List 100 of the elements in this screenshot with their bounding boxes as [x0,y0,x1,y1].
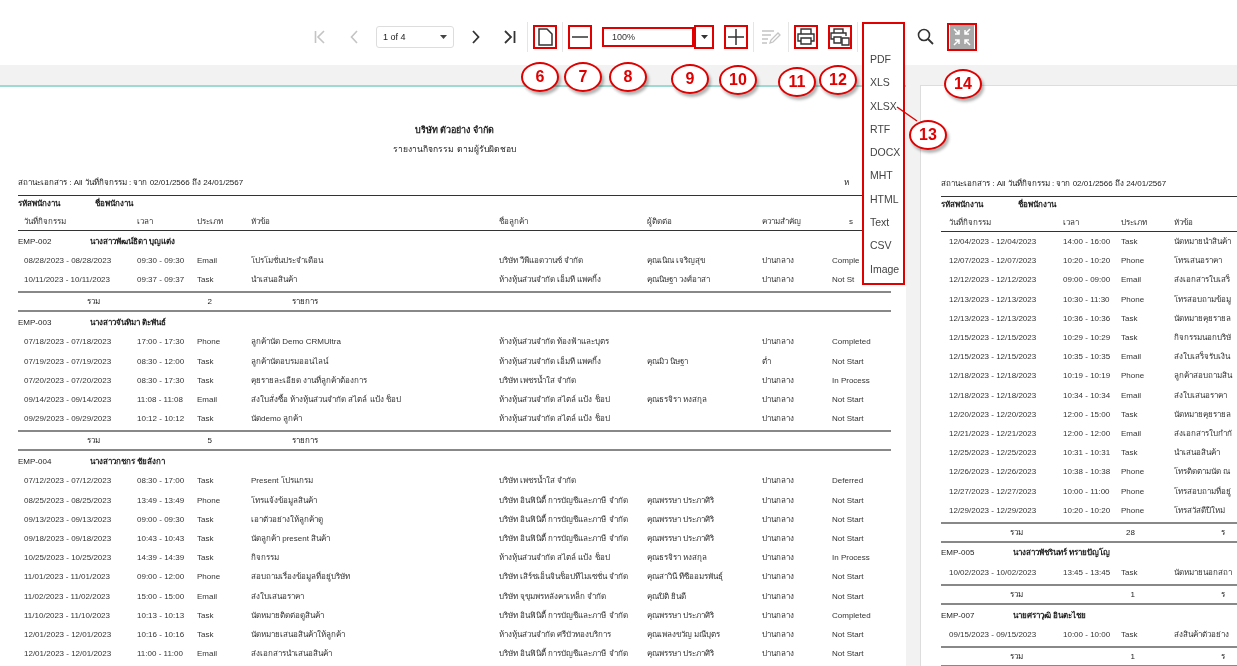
table-cell-text: ส่งใบเสนอราคา [1174,389,1227,402]
column-header: ชื่อลูกค้า [499,215,528,228]
table-cell-text: ปานกลาง [762,628,794,641]
caret-icon [700,34,708,39]
table-cell: 07/18/2023 - 07/18/2023 [24,337,112,347]
export-option[interactable]: Text [864,211,903,235]
table-cell-text: นัดหมายนำสินค้า [1174,236,1231,249]
table-cell: Email [1121,275,1141,285]
table-cell: 08:30 - 12:00 [137,356,185,366]
table-cell: 10:12 - 10:12 [137,414,185,424]
table-cell-text: คุณพรรษา ประภาศิริ [647,532,715,545]
table-cell: Task [197,414,214,424]
table-cell-text: ห้างหุ้นส่วนจำกัด เอ็มที แพคกิ้ง [499,355,602,368]
export-option[interactable]: HTML [864,187,903,212]
printer-icon [797,28,815,45]
zoom-in-button[interactable] [724,24,748,49]
table-cell-text: นัดหมายเสนอสินค้าให้ลูกค้า [251,628,345,641]
table-cell-text: บริษัท เพชรน้ำใส จำกัด [499,374,577,387]
column-header: ประเภท [197,215,223,228]
export-option[interactable]: DOCX [864,141,903,165]
table-cell: Not Start [832,356,864,366]
total-label: รวม [86,296,100,309]
table-cell-text: บริษัท วีพีแอดวานซ์ จำกัด [499,255,584,268]
table-cell-text: ลูกค้านัดอบรมออนไลน์ [251,355,328,368]
table-cell: Completed [832,337,871,347]
table-cell-text: คุณปิติ ยินดี [647,590,687,603]
table-cell-text: ปานกลาง [762,552,794,565]
table-cell: 12/29/2023 - 12/29/2023 [949,505,1037,515]
table-cell: 12/13/2023 - 12/13/2023 [949,313,1037,323]
table-cell: 10:35 - 10:35 [1063,352,1111,362]
print-button[interactable] [794,24,818,49]
table-cell-text: โทรแจ้งข้อมูลสินค้า [251,494,317,507]
zoom-field[interactable]: 100% [602,26,694,47]
employee-id: EMP-004 [18,456,53,466]
table-cell-text: โทรสวัสดีปีใหม่ [1174,504,1225,517]
table-cell: Not Start [832,395,864,405]
export-option[interactable]: RTF [864,117,903,142]
report-title: บริษัท ตัวอย่าง จำกัด [415,124,494,137]
single-page-button[interactable] [533,24,557,49]
employee-id: EMP-002 [18,236,53,246]
table-cell: Email [197,395,217,405]
table-cell-text: ปานกลาง [762,648,794,661]
table-cell: Not Start [832,414,864,424]
page-select[interactable]: 1 of 4 [376,25,454,48]
table-cell-text: นัดหมายติดต่อดูสินค้า [251,609,324,622]
export-option[interactable]: XLS [864,71,903,95]
table-cell-text: คุณพรรษา ประภาศิริ [647,648,715,661]
total-label: รวม [1009,651,1023,664]
export-option[interactable]: MHT [864,164,903,188]
table-cell-text: ปานกลาง [762,394,794,407]
table-cell: Not Start [832,591,864,601]
table-cell: 12/20/2023 - 12/20/2023 [949,409,1037,419]
table-cell: Email [1121,390,1141,400]
table-cell: 10:00 - 11:00 [1063,486,1110,496]
column-header: ชื่อพนักงาน [1018,198,1056,211]
table-cell: Comple [832,256,860,266]
table-cell: 10/25/2023 - 10/25/2023 [24,553,112,563]
table-cell: Not St [832,275,855,285]
table-cell-text: โทรติดตามนัด ณ [1174,466,1231,479]
export-option[interactable]: PDF [864,48,903,72]
employee-name: นางสาวพัฒน์ธิดา บุญแต่ง [90,235,176,248]
zoom-dropdown-button[interactable] [694,24,714,49]
export-option[interactable]: XLSX [864,94,903,118]
table-cell: 09:00 - 09:00 [1063,275,1111,285]
table-cell: Task [1121,567,1138,577]
table-cell: 12/27/2023 - 12/27/2023 [949,486,1037,496]
column-header: ผู้ติดต่อ [647,215,672,228]
column-header: วันที่กิจกรรม [949,216,991,229]
table-cell: Task [197,375,214,385]
table-cell-text: นัดหมายคุยรายล [1174,408,1231,421]
total-unit: ร [1220,589,1225,601]
table-cell: 12/21/2023 - 12/21/2023 [949,428,1037,438]
table-cell: 11/10/2023 - 11/10/2023 [24,610,110,620]
table-cell: 09/29/2023 - 09/29/2023 [24,414,112,424]
table-cell: ห้างหุ้นส่วนจำกัด สไตล์ แป้ง ช็อป [499,551,610,565]
table-cell: Not Start [832,629,864,639]
fullscreen-button[interactable] [947,22,977,51]
table-cell-text: คุณพรรษา ประภาศิริ [647,609,715,622]
table-cell-text: บริษัท อินฟินิตี้ การบัญชีและภาษี จำกัด [499,532,628,545]
table-cell: 09:00 - 09:30 [137,514,185,524]
table-cell-text: ปานกลาง [762,609,794,622]
caret-icon [440,34,447,39]
table-cell-text: คุณธรจิรา หงสกุล [647,394,708,407]
export-option[interactable]: Image [864,257,903,281]
table-cell: Task [197,610,214,620]
table-cell-text: ส่งเอกสารนำเสนอสินค้า [251,648,332,661]
employee-name: นางสาวพัชรินทร์ ทรายปัญโญ [1013,546,1111,560]
collapse-arrows-icon [950,24,974,49]
print-page-button[interactable] [828,24,852,49]
table-cell-text: โทรเสนอราคา [1174,255,1222,268]
table-cell: Not Start [832,514,864,524]
export-option[interactable]: CSV [864,234,903,258]
next-page-icon [472,29,480,44]
table-cell-text: นัดdemo ลูกค้า [251,413,303,426]
table-cell: 08:30 - 17:30 [137,375,185,385]
table-cell: 08/25/2023 - 08/25/2023 [24,495,112,505]
table-cell: In Process [832,375,870,385]
table-cell: Task [197,553,214,563]
zoom-out-button[interactable] [568,24,592,49]
table-cell: 09/14/2023 - 09/14/2023 [24,395,112,405]
